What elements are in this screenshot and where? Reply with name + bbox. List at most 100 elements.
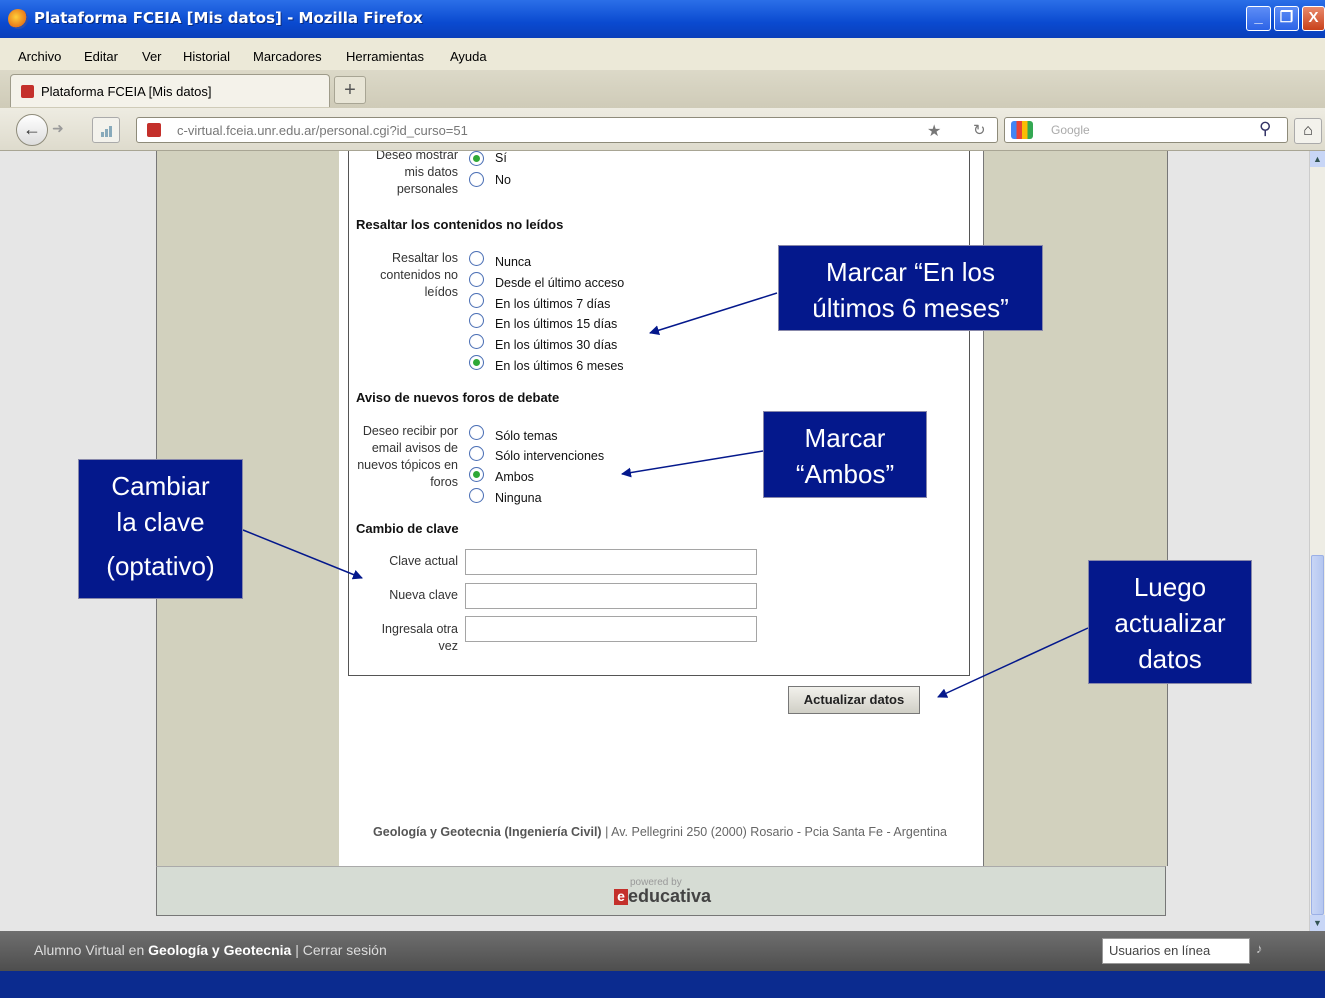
scroll-down-icon[interactable]: ▼ [1310, 915, 1325, 931]
search-icon[interactable]: ⚲ [1259, 119, 1271, 139]
radio-aviso-ninguna[interactable] [469, 488, 484, 503]
tab-strip: Plataforma FCEIA [Mis datos] + [0, 70, 1325, 109]
credits-name: Geología y Geotecnia (Ingeniería Civil) [373, 825, 602, 839]
option-aviso-ambos: Ambos [495, 470, 534, 484]
option-aviso-ninguna: Ninguna [495, 491, 542, 505]
taskbar [0, 971, 1325, 998]
educativa-logo: e powered by educativa [614, 875, 714, 911]
callout-clave-line-1: Cambiar [111, 471, 210, 501]
back-button[interactable]: ← [16, 114, 48, 146]
section-title-clave: Cambio de clave [356, 521, 459, 536]
menu-editar[interactable]: Editar [84, 49, 118, 64]
educativa-mark: e [614, 889, 628, 905]
callout-ambos-line-2: “Ambos” [795, 459, 895, 489]
option-resaltar-7-dias: En los últimos 7 días [495, 297, 611, 311]
radio-resaltar-7-dias[interactable] [469, 293, 484, 308]
option-resaltar-ultimo-acceso: Desde el último acceso [495, 276, 625, 290]
aviso-label: Deseo recibir por email avisos de nuevos… [357, 424, 458, 489]
radio-aviso-solo-temas[interactable] [469, 425, 484, 440]
minimize-button[interactable]: _ [1246, 6, 1271, 31]
logout-link[interactable]: Cerrar sesión [303, 942, 387, 958]
actualizar-datos-button[interactable]: Actualizar datos [788, 686, 920, 714]
nueva-clave-input[interactable] [465, 583, 757, 609]
callout-resaltar: Marcar “En los últimos 6 meses” [778, 245, 1043, 331]
new-tab-button[interactable]: + [334, 76, 366, 104]
option-resaltar-nunca: Nunca [495, 255, 532, 269]
menu-archivo[interactable]: Archivo [18, 49, 61, 64]
radio-personal-si[interactable] [469, 151, 484, 166]
sound-icon[interactable]: ♪ [1256, 941, 1263, 956]
menu-marcadores[interactable]: Marcadores [253, 49, 322, 64]
navigation-bar: ← ➜ c-virtual.fceia.unr.edu.ar/personal.… [0, 108, 1325, 151]
home-icon[interactable]: ⌂ [1294, 118, 1322, 144]
radio-resaltar-6-meses[interactable] [469, 355, 484, 370]
signal-icon[interactable] [92, 117, 120, 143]
tab-label: Plataforma FCEIA [Mis datos] [41, 84, 212, 99]
option-resaltar-6-meses: En los últimos 6 meses [495, 359, 624, 373]
personal-data-label: Deseo mostrar mis datos personales [376, 151, 458, 196]
callout-ambos: Marcar “Ambos” [763, 411, 927, 498]
status-prefix: Alumno Virtual en [34, 942, 145, 958]
radio-resaltar-ultimo-acceso[interactable] [469, 272, 484, 287]
section-title-resaltar: Resaltar los contenidos no leídos [356, 217, 564, 232]
option-aviso-solo-intervenciones: Sólo intervenciones [495, 449, 605, 463]
callout-resaltar-line-1: Marcar “En los [825, 257, 996, 287]
repetir-clave-input[interactable] [465, 616, 757, 642]
credits-address: Av. Pellegrini 250 (2000) Rosario - Pcia… [611, 825, 947, 839]
callout-clave: Cambiar la clave (optativo) [78, 459, 243, 599]
firefox-logo-icon [8, 9, 28, 29]
callout-clave-line-3: (optativo) [106, 551, 215, 581]
menu-ayuda[interactable]: Ayuda [450, 49, 487, 64]
option-resaltar-30-dias: En los últimos 30 días [495, 338, 618, 352]
callout-actualizar-line-2: actualizar [1114, 608, 1226, 638]
callout-ambos-line-1: Marcar [804, 423, 886, 453]
radio-personal-no[interactable] [469, 172, 484, 187]
radio-aviso-ambos[interactable] [469, 467, 484, 482]
option-personal-si: Sí [495, 151, 507, 165]
option-personal-no: No [495, 173, 511, 187]
google-icon[interactable] [1011, 121, 1033, 139]
repetir-clave-label: Ingresala otra vez [381, 622, 458, 653]
callout-actualizar-line-1: Luego [1133, 572, 1207, 602]
radio-aviso-solo-intervenciones[interactable] [469, 446, 484, 461]
clave-actual-label: Clave actual [389, 554, 458, 568]
forward-button[interactable]: ➜ [52, 120, 64, 137]
educativa-text: educativa [628, 886, 712, 906]
radio-resaltar-15-dias[interactable] [469, 313, 484, 328]
scroll-thumb[interactable] [1311, 555, 1324, 915]
window-titlebar: Plataforma FCEIA [Mis datos] - Mozilla F… [0, 0, 1325, 38]
status-text: Alumno Virtual en Geología y Geotecnia |… [34, 942, 387, 958]
radio-resaltar-30-dias[interactable] [469, 334, 484, 349]
url-text[interactable]: c-virtual.fceia.unr.edu.ar/personal.cgi?… [177, 123, 468, 138]
maximize-button[interactable]: ❐ [1274, 6, 1299, 31]
close-button[interactable]: X [1302, 6, 1325, 31]
online-users-button[interactable]: Usuarios en línea [1102, 938, 1250, 964]
search-bar[interactable]: Google ⚲ [1004, 117, 1288, 143]
reload-icon[interactable]: ↻ [973, 121, 986, 139]
vertical-scrollbar[interactable]: ▲ ▼ [1309, 151, 1325, 931]
nueva-clave-label: Nueva clave [389, 588, 458, 602]
status-course[interactable]: Geología y Geotecnia [148, 942, 291, 958]
radio-resaltar-nunca[interactable] [469, 251, 484, 266]
site-favicon-icon [21, 85, 34, 98]
page-credits: Geología y Geotecnia (Ingeniería Civil) … [360, 823, 960, 841]
menu-bar: Archivo Editar Ver Historial Marcadores … [0, 38, 1325, 70]
credits-separator: | [605, 825, 609, 839]
window-title: Plataforma FCEIA [Mis datos] - Mozilla F… [34, 9, 423, 27]
url-bar[interactable]: c-virtual.fceia.unr.edu.ar/personal.cgi?… [136, 117, 998, 143]
callout-clave-line-2: la clave [116, 507, 205, 537]
option-aviso-solo-temas: Sólo temas [495, 429, 558, 443]
menu-ver[interactable]: Ver [142, 49, 162, 64]
scroll-up-icon[interactable]: ▲ [1310, 151, 1325, 167]
tab-mis-datos[interactable]: Plataforma FCEIA [Mis datos] [10, 74, 330, 107]
status-separator: | [295, 942, 299, 958]
bookmark-star-icon[interactable]: ★ [927, 121, 941, 141]
clave-actual-input[interactable] [465, 549, 757, 575]
menu-herramientas[interactable]: Herramientas [346, 49, 424, 64]
platform-status-bar: Alumno Virtual en Geología y Geotecnia |… [0, 931, 1325, 971]
menu-historial[interactable]: Historial [183, 49, 230, 64]
site-favicon-icon [147, 123, 161, 137]
callout-actualizar: Luego actualizar datos [1088, 560, 1252, 684]
callout-actualizar-line-3: datos [1138, 644, 1202, 674]
section-title-aviso: Aviso de nuevos foros de debate [356, 390, 560, 405]
